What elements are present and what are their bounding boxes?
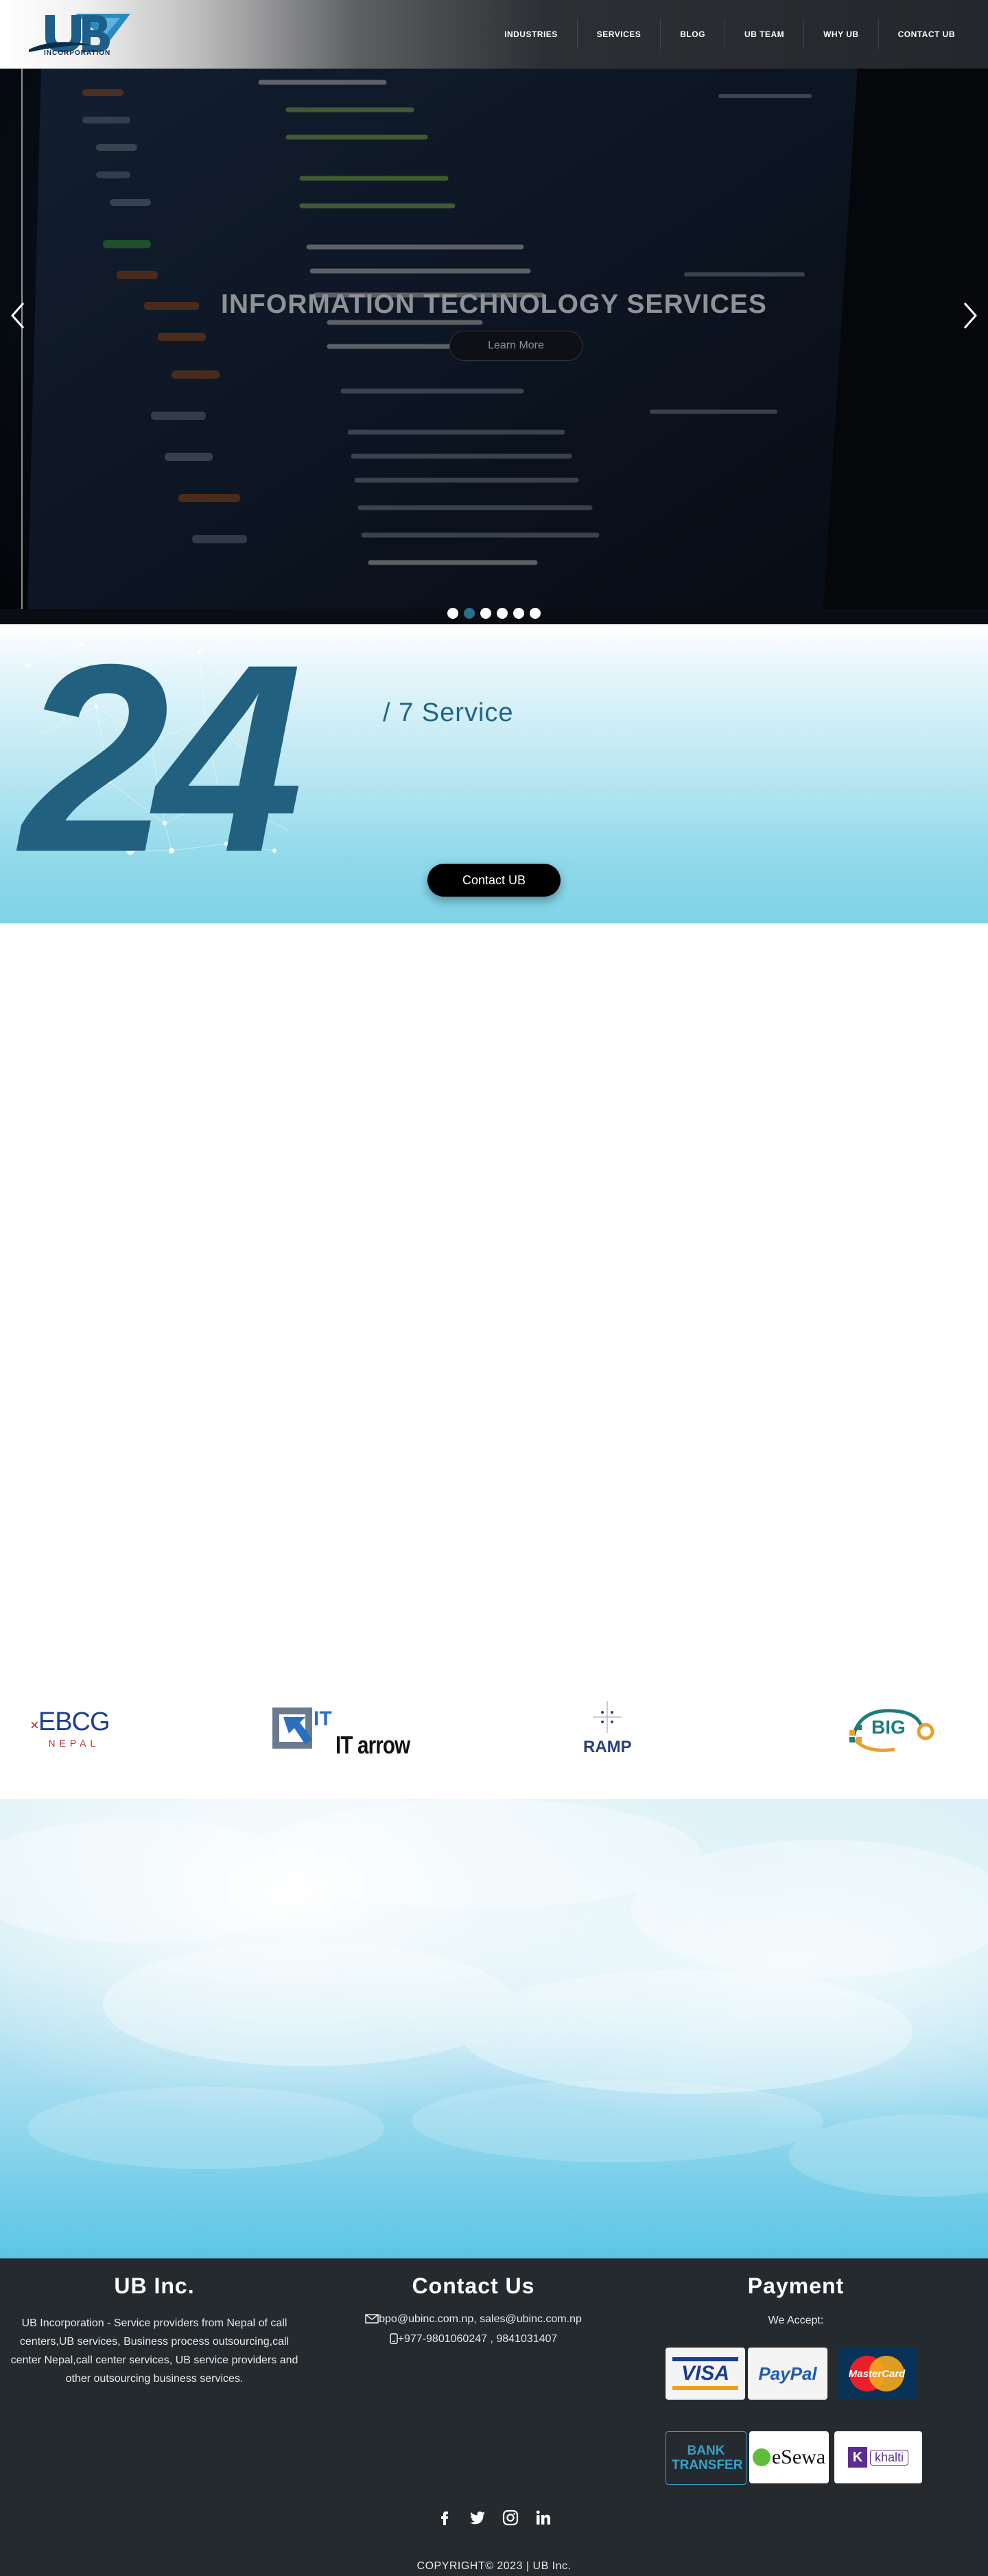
instagram-icon[interactable] xyxy=(502,2509,519,2526)
partner-itarrow-logo[interactable]: IT IT arrow xyxy=(271,1674,410,1784)
big-number-24: 24 xyxy=(21,624,303,908)
footer-payment-title: Payment xyxy=(747,2273,845,2298)
partners-row: ×EBCG NEPAL IT IT arrow RAMP BIG xyxy=(0,1674,988,1784)
prev-slide-arrow-icon[interactable] xyxy=(4,295,32,336)
hero-slider: INFORMATION TECHNOLOGY SERVICES Learn Mo… xyxy=(0,69,988,609)
cloud-texture xyxy=(0,1799,988,2197)
footer-contact-title: Contact Us xyxy=(412,2273,535,2298)
slider-dot[interactable] xyxy=(480,608,491,619)
slider-dot[interactable] xyxy=(447,608,458,619)
partner-sub: NEPAL xyxy=(48,1737,100,1749)
service-banner: 24 / 7 Service Contact UB xyxy=(0,624,988,923)
email-icon xyxy=(365,2311,379,2330)
slider-dots xyxy=(0,608,988,619)
visa-label: VISA xyxy=(681,2362,730,2385)
phone-icon xyxy=(389,2332,398,2350)
khalti-label: khalti xyxy=(869,2449,909,2466)
linkedin-icon[interactable] xyxy=(535,2509,552,2526)
footer-about-text: UB Incorporation - Service providers fro… xyxy=(10,2317,298,2385)
contact-ub-button[interactable]: Contact UB xyxy=(427,864,561,897)
learn-more-button[interactable]: Learn More xyxy=(449,331,583,361)
slider-dot[interactable] xyxy=(497,608,508,619)
mastercard-badge: MasterCard xyxy=(837,2348,917,2400)
footer-contact: Contact Us bpo@ubinc.com.np, sales@ubinc… xyxy=(322,2273,624,2350)
partner-ramp-logo[interactable]: RAMP xyxy=(583,1674,632,1784)
nav-industries[interactable]: INDUSTRIES xyxy=(485,19,577,49)
next-slide-arrow-icon[interactable] xyxy=(956,295,984,336)
partner-ebcg-logo[interactable]: ×EBCG NEPAL xyxy=(30,1674,110,1784)
esewa-badge: eSewa xyxy=(749,2431,829,2483)
slider-dot[interactable] xyxy=(530,608,541,619)
nav-ub-team[interactable]: UB TEAM xyxy=(724,19,803,49)
mastercard-label: MasterCard xyxy=(848,2367,906,2380)
bank-transfer-badge: BANK TRANSFER xyxy=(666,2431,746,2485)
esewa-label: eSewa xyxy=(771,2446,826,2468)
nav-services[interactable]: SERVICES xyxy=(576,19,660,49)
bank-transfer-label: BANK TRANSFER xyxy=(672,2444,743,2472)
nav-blog[interactable]: BLOG xyxy=(660,19,725,49)
social-links xyxy=(0,2509,988,2526)
hero-divider xyxy=(21,69,23,609)
copyright-text: COPYRIGHT© 2023 | UB Inc. xyxy=(416,2560,572,2572)
facebook-icon[interactable] xyxy=(436,2509,453,2526)
slider-dot[interactable] xyxy=(464,608,475,619)
logo-text: INCORPORATION xyxy=(44,49,111,57)
site-header: INCORPORATION INDUSTRIES SERVICES BLOG U… xyxy=(0,0,988,69)
site-footer: UB Inc. UB Incorporation - Service provi… xyxy=(0,2258,988,2576)
main-nav: INDUSTRIES SERVICES BLOG UB TEAM WHY UB … xyxy=(485,0,974,69)
paypal-badge: PayPal xyxy=(748,2348,827,2400)
partner-name: BIG xyxy=(871,1716,906,1738)
slider-dot[interactable] xyxy=(513,608,524,619)
ramp-mark-icon xyxy=(593,1701,622,1733)
nav-why-ub[interactable]: WHY UB xyxy=(803,19,878,49)
nav-contact-ub[interactable]: CONTACT UB xyxy=(878,19,974,49)
paypal-label: PayPal xyxy=(758,2363,817,2384)
partner-name: IT arrow xyxy=(336,1731,410,1759)
footer-payment: Payment We Accept: xyxy=(652,2273,940,2330)
partner-big-logo[interactable]: BIG xyxy=(847,1674,936,1784)
footer-email[interactable]: bpo@ubinc.com.np, sales@ubinc.com.np xyxy=(379,2313,582,2325)
footer-phone[interactable]: +977-9801060247 , 9841031407 xyxy=(398,2333,558,2345)
footer-about-title: UB Inc. xyxy=(114,2273,195,2298)
khalti-badge: K khalti xyxy=(834,2431,922,2483)
hero-title: INFORMATION TECHNOLOGY SERVICES xyxy=(221,289,767,319)
svg-text:IT: IT xyxy=(314,1708,332,1730)
visa-badge: VISA xyxy=(666,2348,745,2400)
we-accept-label: We Accept: xyxy=(768,2315,824,2326)
footer-about: UB Inc. UB Incorporation - Service provi… xyxy=(10,2273,298,2388)
twitter-icon[interactable] xyxy=(469,2509,486,2526)
cloud-background-section xyxy=(0,1799,988,2258)
partner-name: RAMP xyxy=(583,1737,632,1756)
service-subtitle: / 7 Service xyxy=(383,698,514,727)
partner-name: EBCG xyxy=(38,1707,110,1736)
